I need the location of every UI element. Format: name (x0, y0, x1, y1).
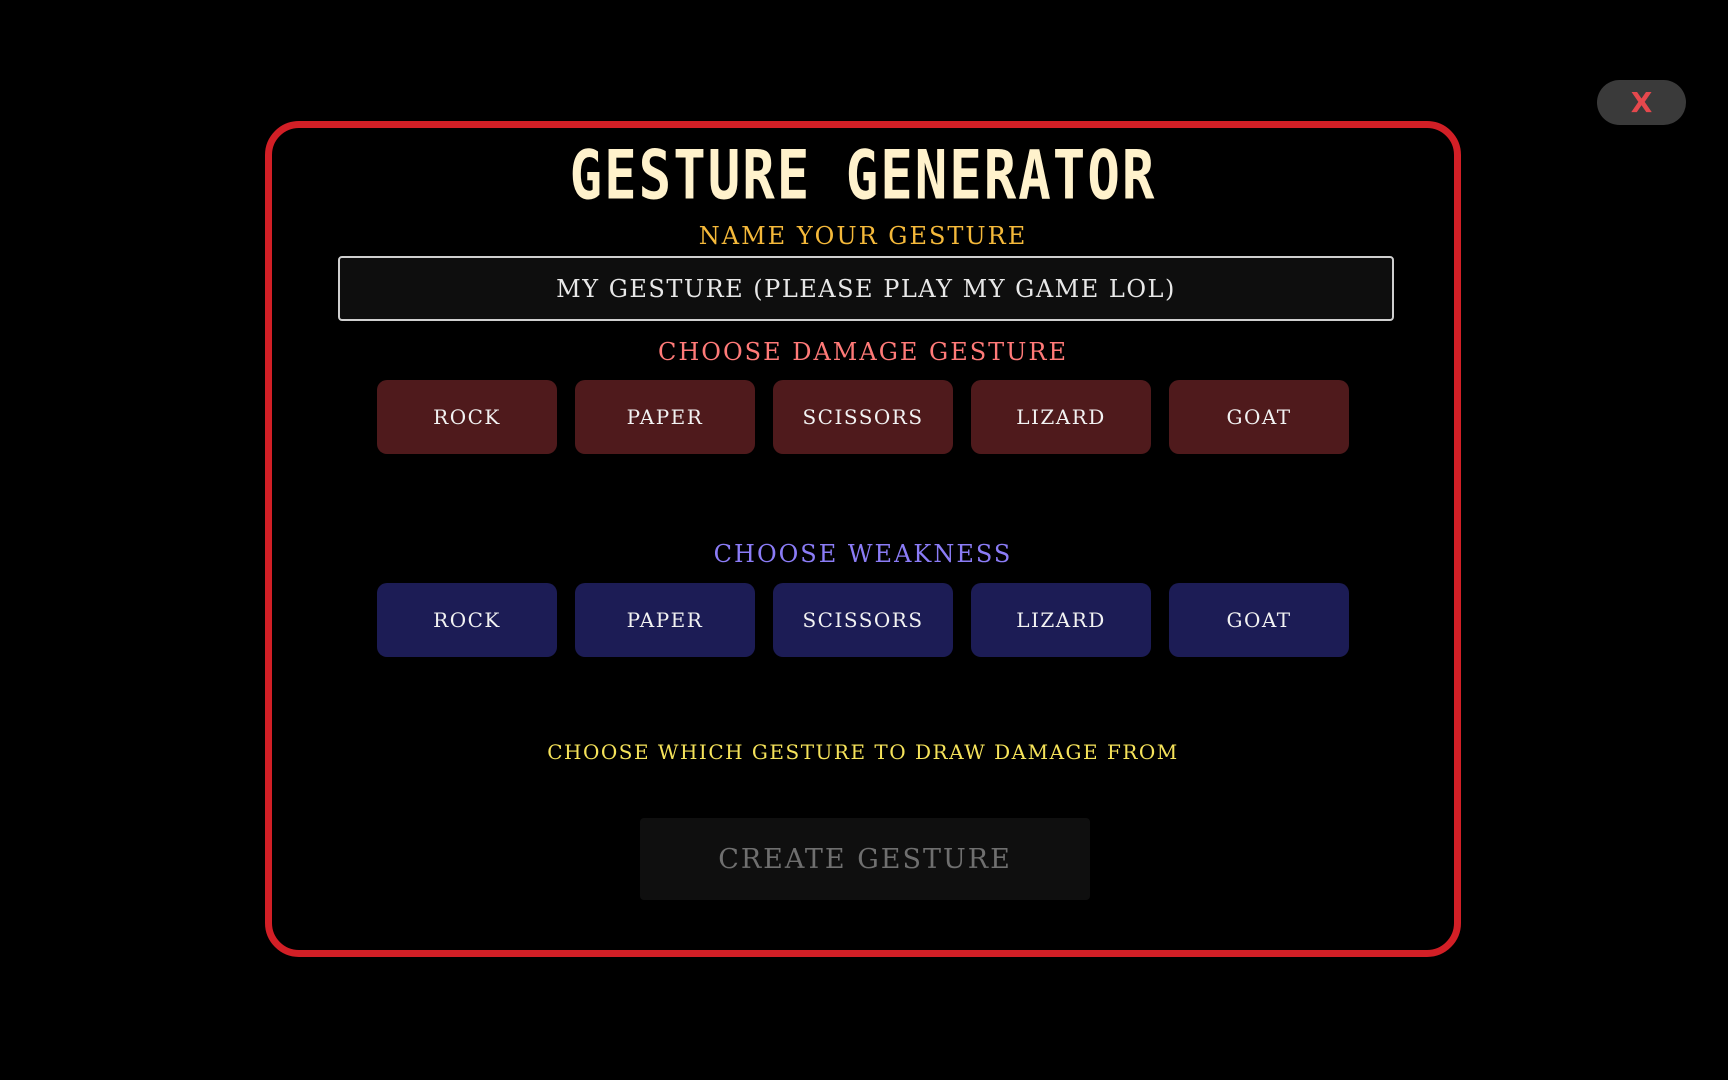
weakness-option-goat[interactable]: GOAT (1169, 583, 1349, 657)
damage-option-rock[interactable]: ROCK (377, 380, 557, 454)
damage-gesture-label: CHOOSE DAMAGE GESTURE (658, 338, 1068, 366)
damage-gesture-options: ROCK PAPER SCISSORS LIZARD GOAT (272, 380, 1454, 454)
weakness-option-scissors[interactable]: SCISSORS (773, 583, 953, 657)
damage-option-scissors[interactable]: SCISSORS (773, 380, 953, 454)
weakness-option-paper[interactable]: PAPER (575, 583, 755, 657)
draw-damage-hint: CHOOSE WHICH GESTURE TO DRAW DAMAGE FROM (547, 740, 1179, 764)
weakness-options: ROCK PAPER SCISSORS LIZARD GOAT (272, 583, 1454, 657)
gesture-name-input[interactable] (338, 256, 1394, 321)
weakness-option-rock[interactable]: ROCK (377, 583, 557, 657)
create-gesture-button[interactable]: CREATE GESTURE (640, 818, 1090, 900)
close-icon: X (1630, 85, 1653, 119)
modal-title: GESTURE GENERATOR (569, 136, 1157, 215)
damage-option-paper[interactable]: PAPER (575, 380, 755, 454)
close-button[interactable]: X (1597, 80, 1686, 125)
damage-option-lizard[interactable]: LIZARD (971, 380, 1151, 454)
gesture-generator-modal: GESTURE GENERATOR NAME YOUR GESTURE CHOO… (265, 121, 1461, 957)
name-label: NAME YOUR GESTURE (698, 222, 1028, 250)
weakness-label: CHOOSE WEAKNESS (713, 540, 1013, 568)
weakness-option-lizard[interactable]: LIZARD (971, 583, 1151, 657)
damage-option-goat[interactable]: GOAT (1169, 380, 1349, 454)
